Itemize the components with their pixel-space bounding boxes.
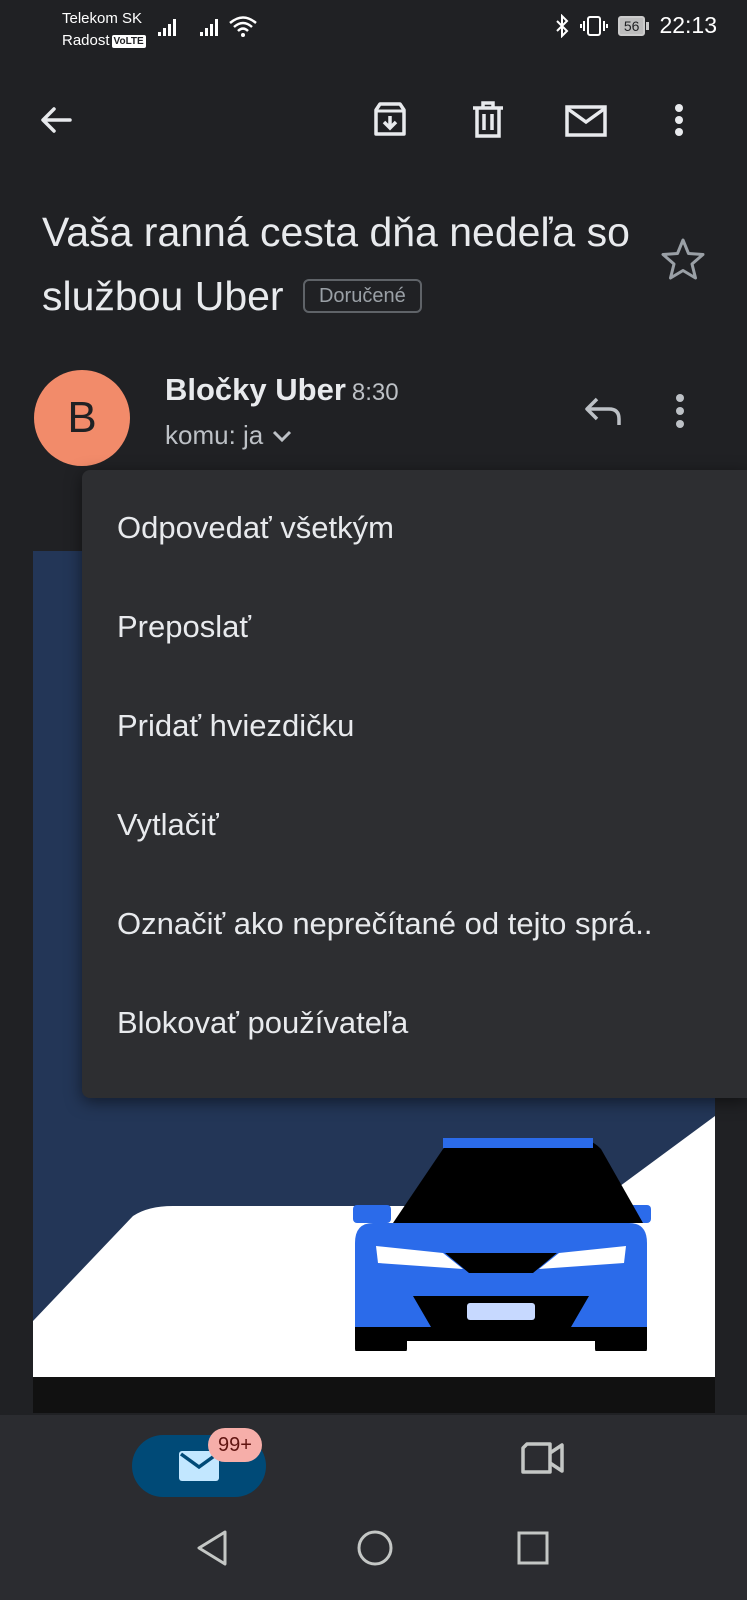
overflow-menu-button[interactable]	[655, 96, 703, 144]
status-right: 56 22:13	[554, 12, 717, 39]
sender-name: Bločky Uber	[165, 372, 346, 407]
message-more-button[interactable]	[674, 392, 686, 435]
archive-icon	[374, 102, 406, 136]
wifi-icon	[229, 16, 257, 37]
system-back-button[interactable]	[194, 1528, 230, 1573]
volte-badge: VoLTE	[111, 35, 146, 48]
meet-tab[interactable]	[520, 1440, 566, 1481]
battery-icon: 56	[617, 15, 650, 36]
mark-unread-button[interactable]	[562, 96, 610, 144]
email-time: 8:30	[351, 379, 399, 406]
unread-count-badge: 99+	[208, 1428, 262, 1462]
star-icon	[661, 238, 705, 280]
battery-level: 56	[617, 15, 646, 36]
delete-button[interactable]	[464, 96, 512, 144]
clock: 22:13	[659, 12, 717, 38]
star-button[interactable]	[660, 236, 706, 287]
menu-item-forward[interactable]: Preposlať	[82, 577, 747, 677]
signal-icon-2	[200, 19, 218, 36]
menu-item-print[interactable]: Vytlačiť	[82, 775, 747, 875]
signal-icon-1	[158, 19, 176, 36]
back-arrow-icon	[41, 107, 72, 133]
more-vert-icon	[676, 394, 684, 428]
menu-item-reply-all[interactable]: Odpovedať všetkým	[82, 478, 747, 578]
circle-home-icon	[357, 1530, 393, 1566]
mark-unread-icon	[565, 105, 607, 137]
menu-item-block-sender[interactable]: Blokovať používateľa	[82, 973, 747, 1073]
menu-item-mark-unread[interactable]: Označiť ako neprečítané od tejto sprá..	[82, 874, 747, 974]
email-body-strip	[33, 1377, 715, 1413]
message-options-menu: Odpovedať všetkým Preposlať Pridať hviez…	[82, 470, 747, 1098]
status-carriers: Telekom SK Radost VoLTE	[62, 8, 146, 52]
system-home-button[interactable]	[355, 1528, 395, 1573]
inbox-label-chip[interactable]: Doručené	[302, 279, 422, 313]
sender-line: Bločky Uber 8:30	[165, 372, 399, 408]
recipient-toggle[interactable]: komu: ja	[165, 420, 293, 451]
system-recents-button[interactable]	[515, 1528, 551, 1573]
email-subject: Vaša ranná cesta dňa nedeľa so službou U…	[42, 200, 642, 328]
carrier-1: Telekom SK	[62, 10, 143, 27]
carrier-2: Radost	[62, 32, 110, 49]
vibrate-icon	[579, 15, 608, 36]
bluetooth-icon	[556, 13, 569, 38]
menu-item-add-star[interactable]: Pridať hviezdičku	[82, 676, 747, 776]
chevron-down-icon	[273, 430, 292, 442]
archive-button[interactable]	[366, 96, 414, 144]
reply-button[interactable]	[578, 386, 628, 436]
video-camera-icon	[521, 1442, 564, 1474]
recipient-text: komu: ja	[165, 420, 264, 450]
more-vert-icon	[675, 104, 683, 136]
sender-avatar[interactable]: B	[34, 370, 130, 466]
triangle-back-icon	[197, 1530, 227, 1566]
reply-icon	[585, 397, 621, 425]
square-recents-icon	[517, 1531, 549, 1565]
delete-icon	[473, 101, 503, 138]
back-button[interactable]	[32, 96, 80, 144]
